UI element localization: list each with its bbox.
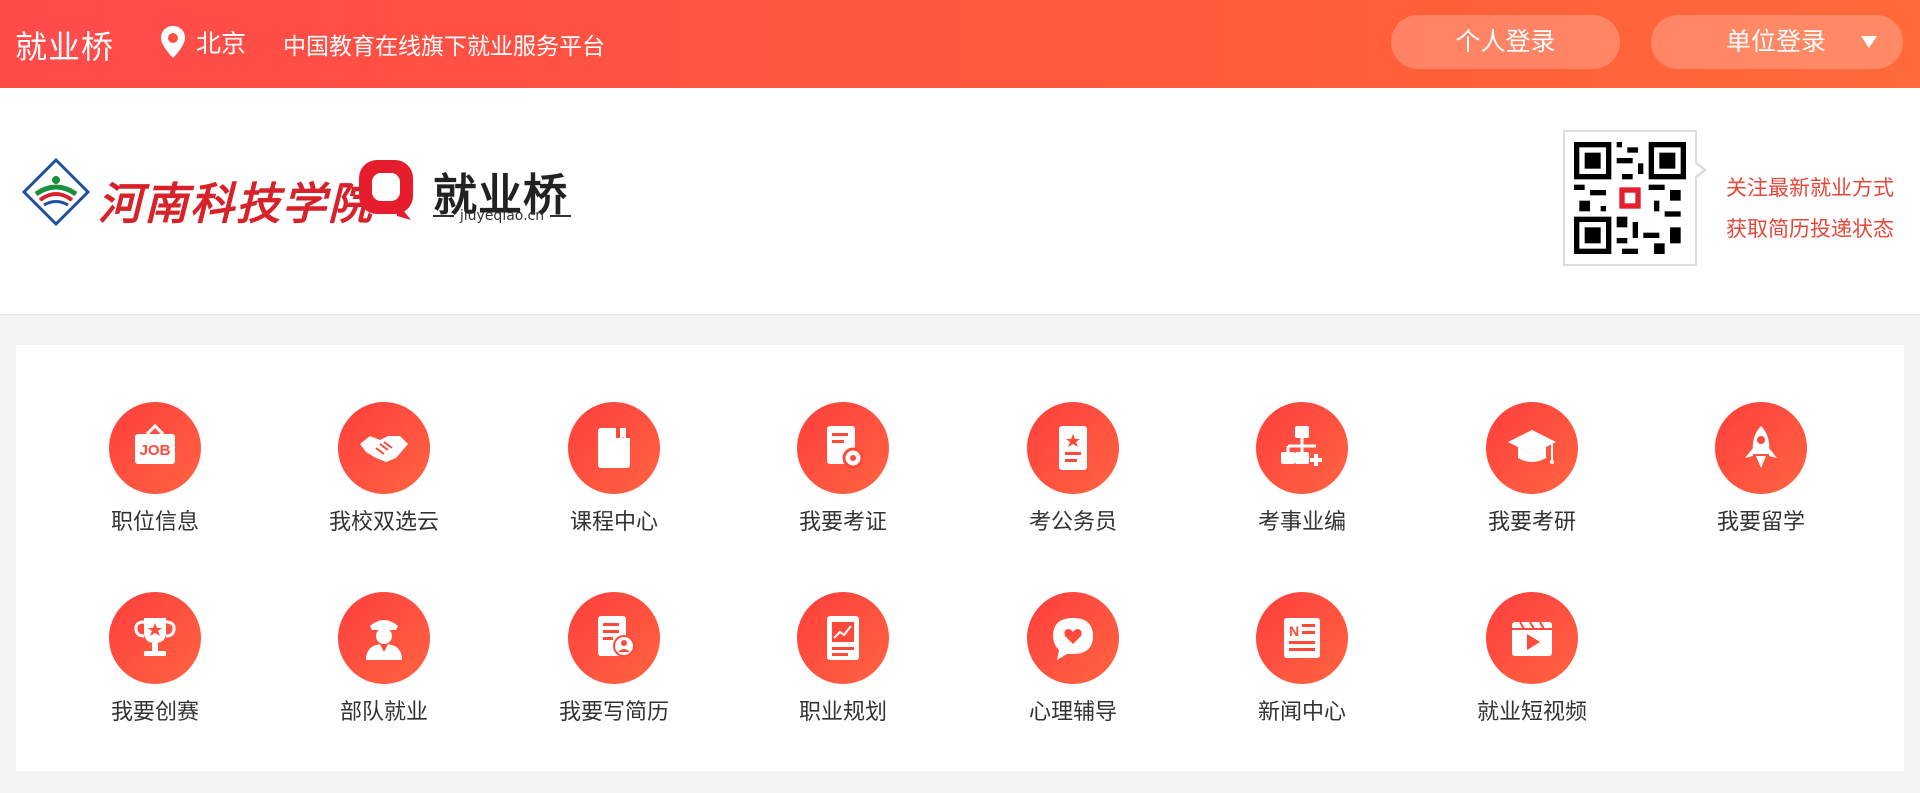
service-label: 职业规划 — [798, 700, 887, 725]
service-icon-wrap — [797, 402, 889, 494]
service-icon-wrap — [1486, 402, 1578, 494]
service-label: 我校双选云 — [328, 510, 439, 535]
tagline: 中国教育在线旗下就业服务平台 — [283, 34, 605, 60]
service-item-competition[interactable]: 我要创赛 — [55, 592, 255, 726]
job-icon: JOB — [135, 423, 175, 464]
service-item-military[interactable]: 部队就业 — [284, 592, 484, 726]
brand-title[interactable]: 就业桥 — [15, 22, 114, 68]
service-item-career-planning[interactable]: 职业规划 — [743, 592, 943, 726]
service-item-resume[interactable]: 我要写简历 — [514, 592, 714, 726]
service-icon-wrap — [1715, 402, 1807, 494]
service-icon-wrap — [568, 402, 660, 494]
service-label: 就业短视频 — [1476, 700, 1587, 725]
service-item-job-info[interactable]: JOB 职位信息 — [55, 402, 255, 536]
service-item-certificate[interactable]: 我要考证 — [743, 402, 943, 536]
service-icon-wrap — [338, 402, 430, 494]
service-item-postgraduate[interactable]: 我要考研 — [1432, 402, 1632, 536]
qr-code — [1563, 130, 1697, 266]
service-label: 我要考证 — [798, 510, 887, 535]
personal-login-button[interactable]: 个人登录 — [1391, 15, 1620, 69]
heart-chat-icon — [1053, 618, 1093, 660]
service-label: 我要留学 — [1716, 510, 1805, 535]
service-label: 我要创赛 — [110, 700, 199, 725]
service-label: 考事业编 — [1257, 510, 1346, 535]
service-icon-wrap: JOB — [109, 402, 201, 494]
chevron-down-icon — [1861, 36, 1877, 48]
service-icon-wrap — [1027, 592, 1119, 684]
service-icon-wrap — [1486, 592, 1578, 684]
service-icon-wrap — [1256, 402, 1348, 494]
service-icon-wrap — [109, 592, 201, 684]
location-pin-icon — [161, 26, 185, 58]
company-login-label: 单位登录 — [1726, 27, 1827, 56]
school-name: 河南科技学院 — [98, 179, 374, 230]
book-icon — [598, 428, 630, 468]
school-emblem-icon — [22, 158, 90, 226]
newspaper-icon: N — [1284, 618, 1320, 658]
service-label: 新闻中心 — [1257, 700, 1346, 725]
service-item-study-abroad[interactable]: 我要留学 — [1661, 402, 1861, 536]
location-text: 北京 — [196, 29, 247, 58]
service-item-course-center[interactable]: 课程中心 — [514, 402, 714, 536]
qr-caption-2: 获取简历投递状态 — [1726, 217, 1894, 241]
qr-caption-1: 关注最新就业方式 — [1726, 176, 1894, 200]
service-label: 心理辅导 — [1028, 700, 1117, 725]
service-item-dual-select[interactable]: 我校双选云 — [284, 402, 484, 536]
service-icon-wrap: N — [1256, 592, 1348, 684]
jiuyeqiao-logo-icon — [359, 160, 413, 220]
service-label: 我要考研 — [1487, 510, 1576, 535]
service-icon-wrap — [568, 592, 660, 684]
soldier-icon — [366, 620, 402, 660]
svg-text:JOB: JOB — [140, 442, 171, 459]
service-item-civil-service[interactable]: 考公务员 — [973, 402, 1173, 536]
service-label: 职位信息 — [110, 510, 199, 535]
video-icon — [1512, 621, 1552, 656]
service-item-counseling[interactable]: 心理辅导 — [973, 592, 1173, 726]
handshake-icon — [360, 436, 408, 462]
service-label: 课程中心 — [569, 510, 658, 535]
resume-icon — [598, 616, 635, 657]
graduation-cap-icon — [1508, 430, 1556, 464]
trophy-icon — [134, 618, 176, 656]
services-panel: JOB 职位信息 我校双选云 课程中心 我要考证 考公务员 考事业编 我要考研 … — [16, 345, 1904, 771]
top-bar: 就业桥 北京 中国教育在线旗下就业服务平台 个人登录 单位登录 — [0, 0, 1920, 88]
service-item-public-institution[interactable]: 考事业编 — [1202, 402, 1402, 536]
service-icon-wrap — [797, 592, 889, 684]
qr-pointer — [1693, 160, 1707, 180]
certificate-icon — [827, 426, 864, 469]
career-chart-icon — [827, 616, 859, 660]
company-login-button[interactable]: 单位登录 — [1651, 15, 1903, 69]
org-chart-icon — [1281, 426, 1322, 466]
service-item-short-video[interactable]: 就业短视频 — [1432, 592, 1632, 726]
service-label: 我要写简历 — [558, 700, 669, 725]
service-icon-wrap — [1027, 402, 1119, 494]
service-label: 部队就业 — [339, 700, 428, 725]
service-label: 考公务员 — [1028, 510, 1117, 535]
site-domain-text: jiuyeqiao.cn — [459, 208, 545, 224]
site-header: 河南科技学院 就业桥 jiuyeqiao.cn 关注最新就业方式 获取简历投递状… — [0, 88, 1920, 315]
location-selector[interactable]: 北京 — [160, 24, 246, 60]
rocket-icon — [1745, 426, 1777, 468]
site-domain: jiuyeqiao.cn — [433, 208, 571, 224]
service-icon-wrap — [338, 592, 430, 684]
qr-code-icon — [1574, 142, 1686, 254]
service-item-news[interactable]: N 新闻中心 — [1202, 592, 1402, 726]
badge-document-icon — [1059, 426, 1087, 470]
svg-text:N: N — [1289, 623, 1299, 639]
